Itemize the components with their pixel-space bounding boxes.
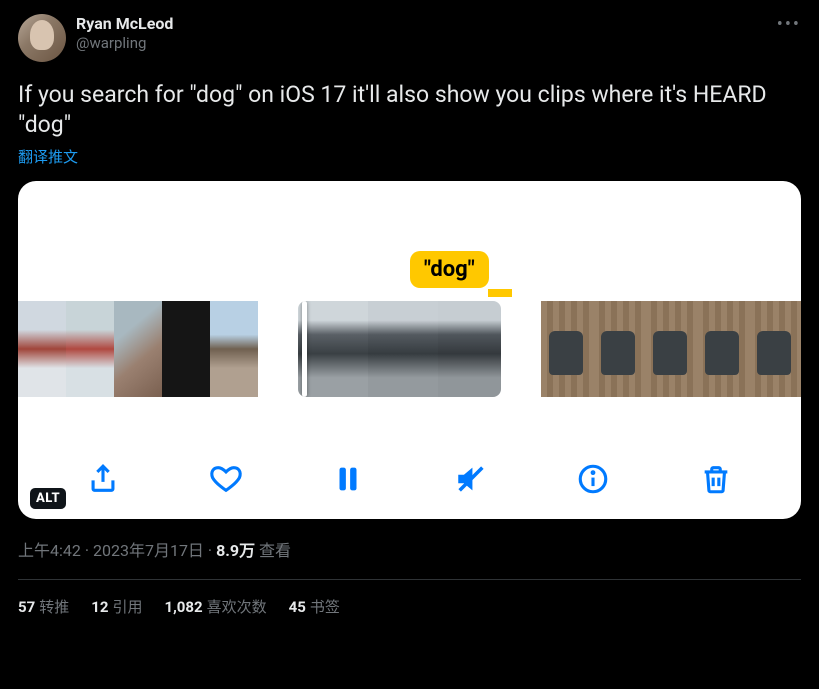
clip-thumbnail [645,301,697,397]
playhead-indicator[interactable] [302,301,307,397]
likes-stat[interactable]: 1,082喜欢次数 [164,596,266,617]
views-label: 查看 [259,541,291,560]
clip-thumbnail [438,301,501,397]
views-count: 8.9万 [216,541,255,560]
caption-bubble: "dog" [410,251,489,288]
tweet-meta: 上午4:42 · 2023年7月17日 · 8.9万 查看 [18,537,801,561]
author-display-name: Ryan McLeod [76,14,173,34]
translate-link[interactable]: 翻译推文 [18,146,801,167]
tweet-text: If you search for "dog" on iOS 17 it'll … [18,80,801,140]
heart-icon[interactable] [206,459,246,499]
tweet-date[interactable]: 2023年7月17日 [93,541,204,560]
retweets-stat[interactable]: 57转推 [18,596,69,617]
clip-thumbnail [593,301,645,397]
clip-thumbnail [210,301,258,397]
engagement-row: 57转推 12引用 1,082喜欢次数 45书签 [18,580,801,617]
pause-icon[interactable] [328,459,368,499]
share-icon[interactable] [83,459,123,499]
info-icon[interactable] [573,459,613,499]
alt-badge[interactable]: ALT [30,488,66,509]
tweet-header: Ryan McLeod @warpling ••• [18,14,801,62]
clip-thumbnail [368,301,438,397]
clip-group-2-active[interactable] [298,301,501,397]
clip-thumbnail [298,301,368,397]
clip-thumbnail [66,301,114,397]
author-names[interactable]: Ryan McLeod @warpling [76,14,173,53]
mute-icon[interactable] [451,459,491,499]
trash-icon[interactable] [696,459,736,499]
clip-thumbnail [749,301,801,397]
media-card[interactable]: "dog" [18,181,801,519]
clip-thumbnail [697,301,749,397]
caption-pointer [488,289,512,297]
author-handle: @warpling [76,34,173,53]
clip-group-3[interactable] [541,301,801,397]
clip-thumbnail [162,301,210,397]
video-scrubber-strip[interactable] [18,301,801,397]
tweet-time[interactable]: 上午4:42 [18,541,81,560]
media-toolbar [18,459,801,499]
clip-group-1[interactable] [18,301,258,397]
quotes-stat[interactable]: 12引用 [91,596,142,617]
avatar[interactable] [18,14,66,62]
clip-thumbnail [18,301,66,397]
clip-thumbnail [541,301,593,397]
more-options-icon[interactable]: ••• [777,14,801,35]
tweet-container: Ryan McLeod @warpling ••• If you search … [0,0,819,617]
bookmarks-stat[interactable]: 45书签 [289,596,340,617]
clip-thumbnail [114,301,162,397]
